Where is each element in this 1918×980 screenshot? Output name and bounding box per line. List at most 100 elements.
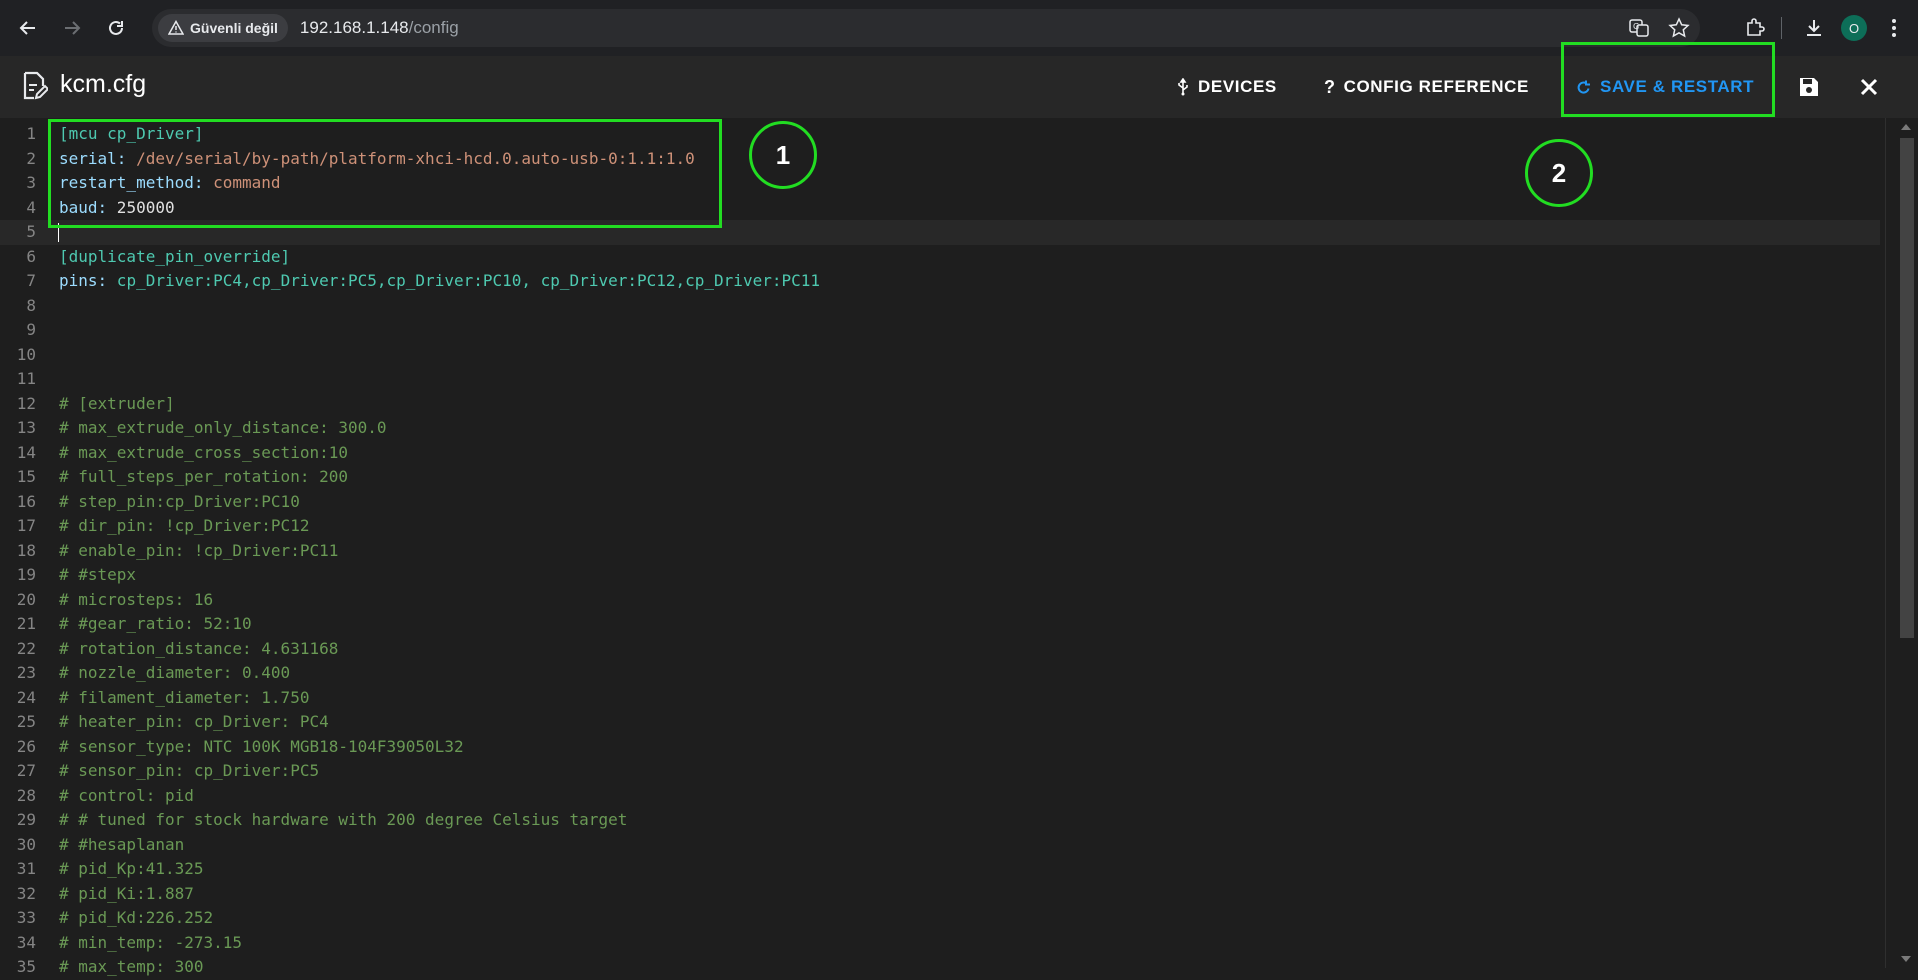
save-button[interactable] <box>1792 70 1826 104</box>
reload-icon <box>109 20 123 35</box>
kebab-menu-icon <box>1892 19 1896 37</box>
code-line[interactable]: 11 <box>0 367 1880 392</box>
line-content: # nozzle_diameter: 0.400 <box>59 661 290 686</box>
profile-avatar: O <box>1841 15 1867 41</box>
close-button[interactable] <box>1852 70 1886 104</box>
code-token: pins: <box>59 271 108 290</box>
downloads-button[interactable] <box>1794 8 1834 48</box>
line-content: # #hesaplanan <box>59 833 184 858</box>
code-editor[interactable]: 1 [mcu cp_Driver] 2 serial: /dev/serial/by-… <box>0 118 1918 976</box>
code-line[interactable]: 12 # [extruder] <box>0 392 1880 417</box>
browser-menu-button[interactable] <box>1874 8 1914 48</box>
code-line[interactable]: 13 # max_extrude_only_distance: 300.0 <box>0 416 1880 441</box>
code-line[interactable]: 7 pins: cp_Driver:PC4,cp_Driver:PC5,cp_Dr… <box>0 269 1880 294</box>
line-number: 15 <box>16 467 36 486</box>
code-line[interactable]: 9 <box>0 318 1880 343</box>
code-line[interactable]: 17 # dir_pin: !cp_Driver:PC12 <box>0 514 1880 539</box>
close-icon <box>1860 78 1878 96</box>
bookmark-star-icon[interactable] <box>1668 17 1690 39</box>
translate-icon[interactable]: G <box>1628 17 1650 39</box>
code-line[interactable]: 30 # #hesaplanan <box>0 833 1880 858</box>
line-content: # max_extrude_only_distance: 300.0 <box>59 416 387 441</box>
code-line[interactable]: 27 # sensor_pin: cp_Driver:PC5 <box>0 759 1880 784</box>
annotation-box-mcu-section <box>48 119 722 228</box>
back-button[interactable] <box>10 10 46 46</box>
security-chip[interactable]: Güvenli değil <box>158 14 288 42</box>
code-line[interactable]: 31 # pid_Kp:41.325 <box>0 857 1880 882</box>
line-number: 29 <box>16 810 36 829</box>
code-token: # rotation_distance: 4.631168 <box>59 638 339 658</box>
line-content: # max_extrude_cross_section:10 <box>59 441 348 466</box>
code-line[interactable]: 35 # max_temp: 300 <box>0 955 1880 980</box>
help-icon: ? <box>1324 76 1336 97</box>
forward-arrow-icon <box>65 21 81 35</box>
scroll-thumb[interactable] <box>1900 138 1914 638</box>
line-number: 19 <box>16 565 36 584</box>
url-host: 192.168.1.148 <box>299 18 409 37</box>
line-content: # dir_pin: !cp_Driver:PC12 <box>59 514 309 539</box>
code-token: # #hesaplanan <box>59 834 185 854</box>
code-line[interactable]: 23 # nozzle_diameter: 0.400 <box>0 661 1880 686</box>
line-number: 1 <box>26 124 36 143</box>
line-content: # rotation_distance: 4.631168 <box>59 637 338 662</box>
line-content: # microsteps: 16 <box>59 588 213 613</box>
line-number: 21 <box>16 614 36 633</box>
scroll-up-arrow[interactable] <box>1901 124 1911 130</box>
code-line[interactable]: 10 <box>0 343 1880 368</box>
code-token: # microsteps: 16 <box>59 589 214 609</box>
code-token: # sensor_pin: cp_Driver:PC5 <box>59 761 320 780</box>
line-number: 9 <box>26 320 36 339</box>
code-line[interactable]: 16 # step_pin:cp_Driver:PC10 <box>0 490 1880 515</box>
url-path: /config <box>408 18 459 37</box>
scroll-down-arrow[interactable] <box>1901 956 1911 962</box>
puzzle-icon <box>1747 18 1765 36</box>
code-token: # filament_diameter: 1.750 <box>59 687 310 707</box>
floppy-disk-icon <box>1800 78 1818 96</box>
line-content: # pid_Kp:41.325 <box>59 857 204 882</box>
code-line[interactable]: 15 # full_steps_per_rotation: 200 <box>0 465 1880 490</box>
code-line[interactable]: 19 # #stepx <box>0 563 1880 588</box>
code-line[interactable]: 22 # rotation_distance: 4.631168 <box>0 637 1880 662</box>
line-number: 12 <box>16 393 36 413</box>
forward-button[interactable] <box>54 10 90 46</box>
address-bar[interactable]: Güvenli değil 192.168.1.148/config G <box>152 9 1700 47</box>
line-number: 14 <box>16 442 36 462</box>
line-number: 13 <box>16 418 36 437</box>
code-line[interactable]: 8 <box>0 294 1880 319</box>
code-line[interactable]: 21 # #gear_ratio: 52:10 <box>0 612 1880 637</box>
line-number: 25 <box>16 712 36 731</box>
config-reference-button[interactable]: ? CONFIG REFERENCE <box>1324 70 1529 104</box>
code-token: # enable_pin: !cp_Driver:PC11 <box>59 540 339 560</box>
line-number: 5 <box>26 222 36 241</box>
code-line[interactable]: 29 # # tuned for stock hardware with 200 … <box>0 808 1880 833</box>
warning-icon <box>168 20 184 35</box>
line-content: # full_steps_per_rotation: 200 <box>59 465 348 490</box>
line-number: 35 <box>16 957 36 976</box>
line-number: 10 <box>16 344 36 364</box>
line-number: 6 <box>26 246 36 266</box>
code-token: # dir_pin: !cp_Driver:PC12 <box>59 516 310 535</box>
code-line[interactable]: 28 # control: pid <box>0 784 1880 809</box>
code-line[interactable]: 33 # pid_Kd:226.252 <box>0 906 1880 931</box>
code-line[interactable]: 24 # filament_diameter: 1.750 <box>0 686 1880 711</box>
editor-scrollbar[interactable] <box>1885 118 1918 968</box>
devices-button[interactable]: DEVICES <box>1176 70 1277 104</box>
code-line[interactable]: 34 # min_temp: -273.15 <box>0 931 1880 956</box>
code-line[interactable]: 20 # microsteps: 16 <box>0 588 1880 613</box>
profile-button[interactable]: O <box>1834 8 1874 48</box>
line-content: # # tuned for stock hardware with 200 de… <box>59 808 627 833</box>
code-line[interactable]: 25 # heater_pin: cp_Driver: PC4 <box>0 710 1880 735</box>
code-line[interactable]: 14 # max_extrude_cross_section:10 <box>0 441 1880 466</box>
code-line[interactable]: 18 # enable_pin: !cp_Driver:PC11 <box>0 539 1880 564</box>
code-line[interactable]: 26 # sensor_type: NTC 100K MGB18-104F3905… <box>0 735 1880 760</box>
line-number: 33 <box>16 908 36 927</box>
code-line[interactable]: 32 # pid_Ki:1.887 <box>0 882 1880 907</box>
toolbar-separator <box>1781 17 1782 39</box>
devices-label: DEVICES <box>1198 77 1277 96</box>
code-line[interactable]: 6 [duplicate_pin_override] <box>0 245 1880 270</box>
code-token: # [extruder] <box>59 393 175 413</box>
line-number: 22 <box>16 638 36 658</box>
line-number: 4 <box>26 197 36 217</box>
url-text[interactable]: 192.168.1.148/config <box>300 18 459 38</box>
reload-button[interactable] <box>98 10 134 46</box>
